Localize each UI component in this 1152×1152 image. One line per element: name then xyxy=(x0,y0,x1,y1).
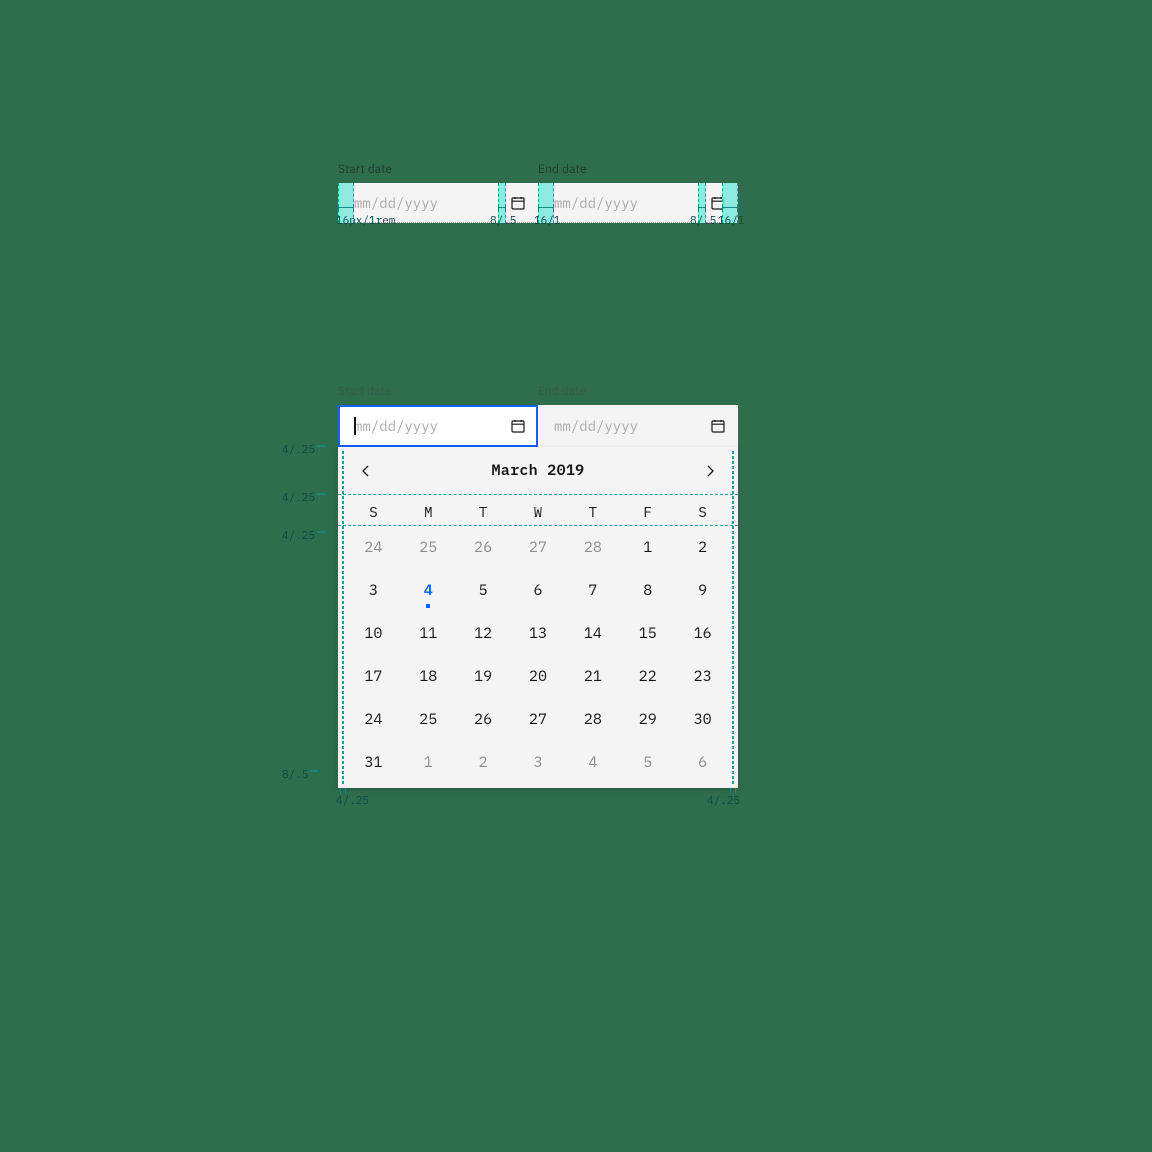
dim-label: 16/1 xyxy=(718,214,744,228)
calendar-day-cell[interactable]: 19 xyxy=(456,667,511,686)
calendar-day-cell[interactable]: 12 xyxy=(456,624,511,643)
dimension-annotations: 16px/1rem 8/.5 16/1 8/.5 16/1 xyxy=(338,204,738,228)
prev-month-button[interactable] xyxy=(354,459,378,483)
calendar-day-cell[interactable]: 4 xyxy=(401,581,456,600)
calendar-day-cell[interactable]: 1 xyxy=(401,753,456,772)
calendar-day-cell[interactable]: 3 xyxy=(511,753,566,772)
dim-label: 4/.25 xyxy=(336,794,369,808)
calendar-day-cell[interactable]: 3 xyxy=(346,581,401,600)
end-date-field: End date xyxy=(538,384,738,447)
dim-label: 8/.5 xyxy=(282,768,308,782)
calendar-day-cell[interactable]: 13 xyxy=(511,624,566,643)
dim-label: 8/.5 xyxy=(690,214,716,228)
calendar-day-cell[interactable]: 14 xyxy=(565,624,620,643)
calendar-day-cell[interactable]: 6 xyxy=(511,581,566,600)
calendar-header: March 2019 xyxy=(338,447,738,495)
weekday-row: SMTWTFS xyxy=(338,495,738,526)
calendar-day-cell[interactable]: 23 xyxy=(675,667,730,686)
calendar-day-cell[interactable]: 25 xyxy=(401,538,456,557)
calendar-day-cell[interactable]: 27 xyxy=(511,538,566,557)
calendar-day-cell[interactable]: 28 xyxy=(565,710,620,729)
end-date-label: End date xyxy=(538,162,738,177)
weekday-cell: T xyxy=(565,503,620,521)
calendar-day-cell[interactable]: 24 xyxy=(346,538,401,557)
weekday-cell: F xyxy=(620,503,675,521)
calendar-day-cell[interactable]: 4 xyxy=(565,753,620,772)
calendar-day-cell[interactable]: 6 xyxy=(675,753,730,772)
calendar-day-grid: 2425262728123456789101112131415161718192… xyxy=(338,526,738,788)
calendar-day-cell[interactable]: 9 xyxy=(675,581,730,600)
calendar-day-cell[interactable]: 5 xyxy=(456,581,511,600)
end-date-input[interactable] xyxy=(538,405,738,447)
calendar-day-cell[interactable]: 18 xyxy=(401,667,456,686)
calendar-day-cell[interactable]: 1 xyxy=(620,538,675,557)
next-month-button[interactable] xyxy=(698,459,722,483)
calendar-day-cell[interactable]: 10 xyxy=(346,624,401,643)
calendar-day-cell[interactable]: 8 xyxy=(620,581,675,600)
text-cursor-icon xyxy=(354,417,356,435)
calendar-day-cell[interactable]: 28 xyxy=(565,538,620,557)
dim-label: 16/1 xyxy=(534,214,560,228)
dim-label: 4/.25 xyxy=(282,491,315,505)
dim-label: 16px/1rem xyxy=(336,214,395,228)
calendar-popover: March 2019 SMTWTFS 242526272812345678910… xyxy=(338,447,738,788)
calendar-icon[interactable] xyxy=(510,418,526,434)
calendar-day-cell[interactable]: 29 xyxy=(620,710,675,729)
start-date-label: Start date xyxy=(338,384,538,399)
calendar-day-cell[interactable]: 5 xyxy=(620,753,675,772)
calendar-day-cell[interactable]: 25 xyxy=(401,710,456,729)
calendar-spec-bottom: Start date End date March 2019 SM xyxy=(338,384,738,788)
start-date-input[interactable] xyxy=(338,405,538,447)
spacing-spec-top: Start date End date 16px/1rem 8/.5 xyxy=(338,162,738,223)
calendar-day-cell[interactable]: 2 xyxy=(456,753,511,772)
weekday-cell: S xyxy=(346,503,401,521)
calendar-day-cell[interactable]: 26 xyxy=(456,710,511,729)
calendar-day-cell[interactable]: 31 xyxy=(346,753,401,772)
end-date-label: End date xyxy=(538,384,738,399)
dim-label: 8/.5 xyxy=(490,214,516,228)
calendar-day-cell[interactable]: 16 xyxy=(675,624,730,643)
calendar-day-cell[interactable]: 11 xyxy=(401,624,456,643)
dim-label: 4/.25 xyxy=(282,443,315,457)
weekday-cell: W xyxy=(511,503,566,521)
weekday-cell: M xyxy=(401,503,456,521)
calendar-day-cell[interactable]: 7 xyxy=(565,581,620,600)
calendar-day-cell[interactable]: 20 xyxy=(511,667,566,686)
start-date-label: Start date xyxy=(338,162,538,177)
calendar-day-cell[interactable]: 30 xyxy=(675,710,730,729)
weekday-cell: S xyxy=(675,503,730,521)
calendar-day-cell[interactable]: 24 xyxy=(346,710,401,729)
calendar-day-cell[interactable]: 17 xyxy=(346,667,401,686)
calendar-icon[interactable] xyxy=(710,418,726,434)
calendar-day-cell[interactable]: 21 xyxy=(565,667,620,686)
calendar-day-cell[interactable]: 26 xyxy=(456,538,511,557)
calendar-day-cell[interactable]: 2 xyxy=(675,538,730,557)
calendar-month-year: March 2019 xyxy=(491,461,584,480)
start-date-field: Start date xyxy=(338,384,538,447)
dim-label: 4/.25 xyxy=(707,794,740,808)
dim-label: 4/.25 xyxy=(282,529,315,543)
calendar-day-cell[interactable]: 15 xyxy=(620,624,675,643)
weekday-cell: T xyxy=(456,503,511,521)
calendar-day-cell[interactable]: 27 xyxy=(511,710,566,729)
calendar-day-cell[interactable]: 22 xyxy=(620,667,675,686)
